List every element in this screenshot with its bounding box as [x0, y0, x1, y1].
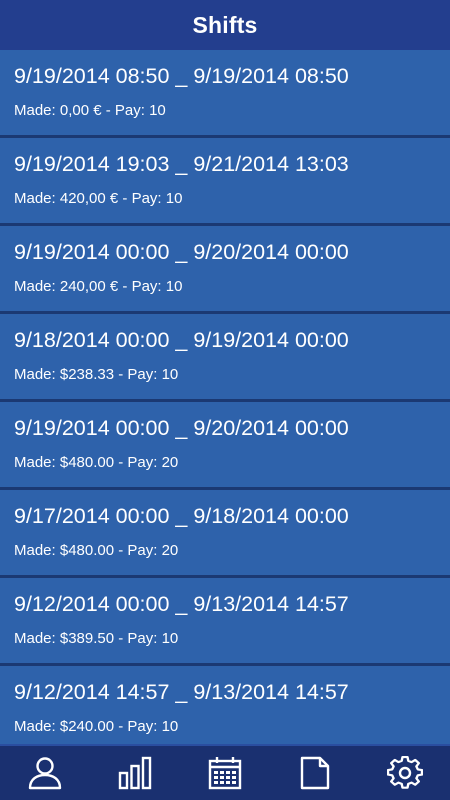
tab-statistics[interactable] — [90, 746, 180, 800]
shift-earnings: Made: 420,00 € - Pay: 10 — [14, 190, 183, 207]
gear-icon — [387, 755, 423, 789]
shift-date-range: 9/12/2014 00:00 _ 9/13/2014 14:57 — [14, 592, 349, 616]
shift-earnings: Made: $240.00 - Pay: 10 — [14, 718, 179, 735]
shift-date-range: 9/19/2014 19:03 _ 9/21/2014 13:03 — [14, 152, 349, 176]
app-screen: Shifts 9/19/2014 08:50 _ 9/19/2014 08:50… — [0, 0, 450, 800]
shift-earnings: Made: $389.50 - Pay: 10 — [14, 630, 179, 647]
tab-profile[interactable] — [0, 746, 90, 800]
shift-earnings: Made: 0,00 € - Pay: 10 — [14, 102, 166, 119]
shift-earnings: Made: 240,00 € - Pay: 10 — [14, 278, 183, 295]
shift-list-item[interactable]: 9/12/2014 00:00 _ 9/13/2014 14:57 Made: … — [0, 578, 450, 663]
shift-date-range: 9/19/2014 08:50 _ 9/19/2014 08:50 — [14, 64, 349, 88]
shift-earnings: Made: $480.00 - Pay: 20 — [14, 542, 179, 559]
shift-list-item[interactable]: 9/19/2014 00:00 _ 9/20/2014 00:00 Made: … — [0, 226, 450, 311]
user-icon — [28, 757, 62, 790]
document-icon — [300, 756, 330, 790]
shift-date-range: 9/12/2014 14:57 _ 9/13/2014 14:57 — [14, 680, 349, 704]
shift-list-item[interactable]: 9/12/2014 14:57 _ 9/13/2014 14:57 Made: … — [0, 666, 450, 744]
tab-calendar[interactable] — [180, 746, 270, 800]
tab-settings[interactable] — [360, 746, 450, 800]
title-bar: Shifts — [0, 0, 450, 51]
shift-list-item[interactable]: 9/19/2014 00:00 _ 9/20/2014 00:00 Made: … — [0, 402, 450, 487]
tab-reports[interactable] — [270, 746, 360, 800]
shift-date-range: 9/19/2014 00:00 _ 9/20/2014 00:00 — [14, 416, 349, 440]
shift-list-item[interactable]: 9/18/2014 00:00 _ 9/19/2014 00:00 Made: … — [0, 314, 450, 399]
shift-date-range: 9/18/2014 00:00 _ 9/19/2014 00:00 — [14, 328, 349, 352]
shift-earnings: Made: $238.33 - Pay: 10 — [14, 366, 179, 383]
calendar-icon — [208, 757, 242, 790]
shift-earnings: Made: $480.00 - Pay: 20 — [14, 454, 179, 471]
shift-list-item[interactable]: 9/19/2014 19:03 _ 9/21/2014 13:03 Made: … — [0, 138, 450, 223]
page-title: Shifts — [192, 11, 258, 38]
shift-date-range: 9/19/2014 00:00 _ 9/20/2014 00:00 — [14, 240, 349, 264]
bar-chart-icon — [118, 756, 152, 790]
shift-list-item[interactable]: 9/17/2014 00:00 _ 9/18/2014 00:00 Made: … — [0, 490, 450, 575]
shift-list[interactable]: 9/19/2014 08:50 _ 9/19/2014 08:50 Made: … — [0, 50, 450, 744]
shift-list-item[interactable]: 9/19/2014 08:50 _ 9/19/2014 08:50 Made: … — [0, 50, 450, 135]
shift-date-range: 9/17/2014 00:00 _ 9/18/2014 00:00 — [14, 504, 349, 528]
bottom-tab-bar — [0, 744, 450, 800]
